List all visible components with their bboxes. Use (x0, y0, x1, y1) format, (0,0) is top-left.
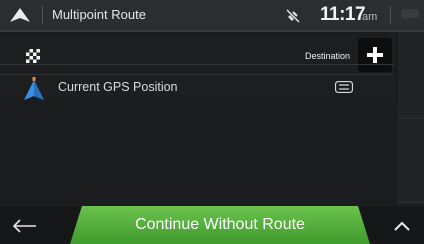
route-point-list: Destination Current GPS Position (0, 36, 394, 100)
start-point-row[interactable]: Current GPS Position (0, 67, 394, 100)
checkered-flag-icon (26, 49, 40, 63)
gps-arrow-icon (22, 67, 46, 103)
list-icon[interactable] (334, 80, 354, 94)
back-button[interactable] (6, 214, 42, 238)
expand-menu-button[interactable] (388, 216, 416, 236)
page-title: Multipoint Route (52, 7, 146, 22)
continue-label: Continue Without Route (135, 216, 305, 233)
continue-without-route-button[interactable]: Continue Without Route (70, 206, 370, 244)
chat-bubble-icon[interactable] (400, 7, 420, 23)
bottom-bar: Continue Without Route (0, 206, 424, 244)
destination-row[interactable]: Destination (0, 36, 394, 74)
divider (0, 64, 394, 65)
plus-icon (367, 47, 383, 63)
divider (390, 6, 391, 24)
back-arrow-icon (12, 219, 36, 233)
divider (398, 202, 424, 203)
destination-label: Destination (304, 51, 350, 61)
add-waypoint-button[interactable] (358, 38, 392, 72)
clock-time: 11:17 (320, 4, 366, 25)
clock-ampm: am (362, 11, 378, 23)
top-bar: Multipoint Route 11:17 am (0, 0, 424, 32)
navigation-arrow-icon[interactable] (8, 6, 32, 24)
chevron-up-icon (394, 221, 410, 231)
divider (42, 6, 43, 24)
divider (398, 118, 424, 119)
start-point-label: Current GPS Position (58, 80, 178, 94)
satellite-off-icon[interactable] (285, 8, 301, 24)
